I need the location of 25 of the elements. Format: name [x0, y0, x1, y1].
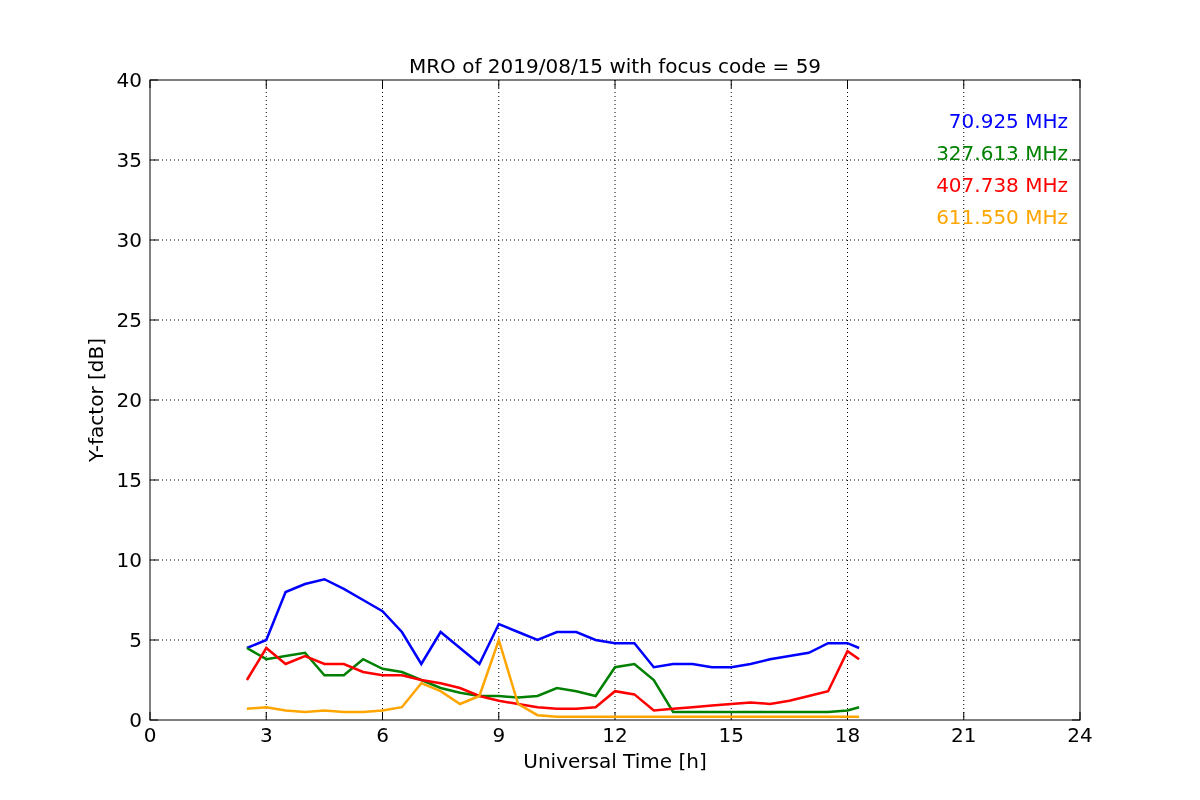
x-tick-label: 21: [951, 723, 977, 747]
y-tick-label: 5: [129, 628, 142, 652]
y-tick-label: 25: [116, 308, 142, 332]
y-tick-label: 15: [116, 468, 142, 492]
x-tick-label: 12: [602, 723, 628, 747]
y-axis-title: Y-factor [dB]: [84, 338, 108, 462]
x-tick-label: 9: [492, 723, 506, 747]
y-tick-label: 40: [116, 68, 142, 92]
x-tick-label: 18: [834, 723, 861, 747]
x-tick-label: 24: [1067, 723, 1093, 747]
x-tick-label: 0: [143, 723, 157, 747]
chart-title: MRO of 2019/08/15 with focus code = 59: [408, 54, 822, 78]
x-tick-label: 6: [376, 723, 389, 747]
y-tick-label: 0: [129, 708, 142, 732]
legend-label: 611.550 MHz: [936, 205, 1068, 229]
y-tick-label: 30: [116, 228, 142, 252]
x-axis-title: Universal Time [h]: [523, 749, 707, 773]
legend-label: 70.925 MHz: [948, 109, 1068, 133]
x-tick-label: 15: [718, 723, 744, 747]
y-tick-label: 20: [116, 388, 142, 412]
y-tick-label: 10: [116, 548, 142, 572]
legend-label: 327.613 MHz: [936, 141, 1068, 165]
legend-label: 407.738 MHz: [936, 173, 1068, 197]
x-tick-label: 3: [259, 723, 273, 747]
y-tick-label: 35: [116, 148, 142, 172]
